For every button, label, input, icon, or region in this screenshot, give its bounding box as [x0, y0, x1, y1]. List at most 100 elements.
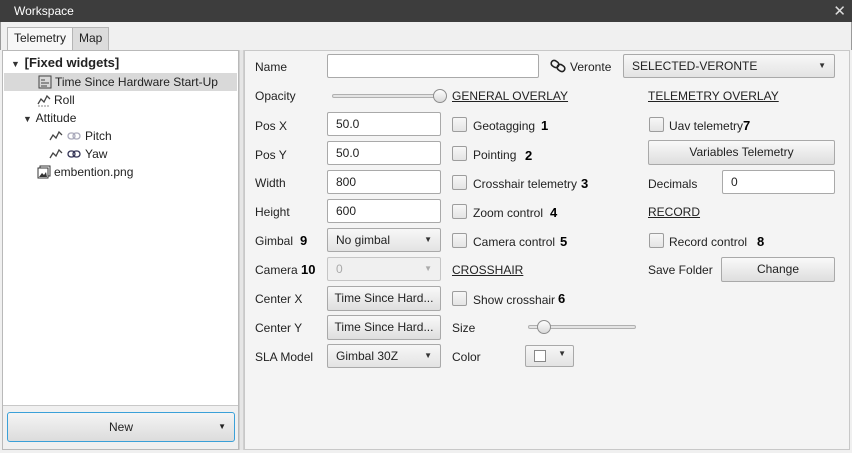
size-slider-thumb[interactable]	[537, 320, 552, 334]
gimbal-select-value: No gimbal	[336, 233, 391, 247]
link-icon[interactable]	[550, 58, 566, 74]
height-label: Height	[255, 205, 290, 219]
change-folder-button[interactable]: Change	[721, 257, 835, 282]
annotation-7: 7	[743, 118, 751, 133]
annotation-8: 8	[757, 234, 765, 249]
name-input[interactable]	[327, 54, 539, 78]
link-icon	[67, 150, 81, 158]
tree-root-label: [Fixed widgets]	[24, 55, 120, 70]
centerx-button[interactable]: Time Since Hard...	[327, 286, 441, 311]
posy-label: Pos Y	[255, 148, 287, 162]
window-title: Workspace	[14, 4, 74, 18]
geotagging-checkbox[interactable]	[452, 117, 467, 132]
centerx-label: Center X	[255, 292, 303, 306]
tree-item-embention-png[interactable]: embention.png	[37, 163, 133, 181]
widget-tree-panel: ▼ [Fixed widgets] Time Since Hardware St…	[2, 50, 239, 450]
opacity-slider-thumb[interactable]	[433, 89, 447, 103]
tab-telemetry[interactable]: Telemetry	[7, 27, 74, 51]
chevron-down-icon: ▼	[424, 235, 432, 244]
chevron-down-icon: ▼	[558, 349, 566, 358]
annotation-3: 3	[581, 176, 589, 191]
camera-control-checkbox[interactable]	[452, 233, 467, 248]
geotagging-label: Geotagging	[473, 119, 536, 133]
tree-root[interactable]: ▼ [Fixed widgets]	[11, 54, 119, 72]
record-header: RECORD	[648, 205, 701, 219]
name-label: Name	[255, 60, 288, 74]
pointing-checkbox[interactable]	[452, 146, 467, 161]
close-icon[interactable]: ✕	[833, 2, 846, 20]
tree-item-label: Attitude	[35, 111, 77, 125]
veronte-select[interactable]: SELECTED-VERONTE ▼	[623, 54, 835, 78]
variables-telemetry-button[interactable]: Variables Telemetry	[648, 140, 835, 165]
zoom-control-label: Zoom control	[473, 206, 544, 220]
variable-widget-icon	[38, 75, 52, 89]
zoom-control-checkbox[interactable]	[452, 204, 467, 219]
sla-model-select[interactable]: Gimbal 30Z ▼	[327, 344, 441, 368]
pointing-label: Pointing	[473, 148, 517, 162]
height-input[interactable]: 600	[327, 199, 441, 223]
tree-item-label: Roll	[54, 93, 75, 107]
tree-item-yaw[interactable]: Yaw	[49, 145, 107, 163]
size-label: Size	[452, 321, 476, 335]
record-control-label: Record control	[669, 235, 748, 249]
link-icon	[67, 132, 81, 140]
tree-item-label: Yaw	[85, 147, 108, 161]
telemetry-overlay-header: TELEMETRY OVERLAY	[648, 89, 779, 103]
annotation-10: 10	[301, 262, 316, 277]
tree-item-attitude[interactable]: ▼ Attitude	[23, 109, 76, 127]
annotation-6: 6	[558, 291, 566, 306]
color-swatch	[534, 350, 546, 362]
veronte-label: Veronte	[570, 60, 612, 74]
chart-line-icon	[49, 148, 63, 159]
annotation-4: 4	[550, 205, 558, 220]
centery-label: Center Y	[255, 321, 303, 335]
gimbal-label: Gimbal	[255, 234, 294, 248]
new-button-area: New ▼	[3, 405, 238, 449]
chevron-down-icon: ▼	[818, 61, 826, 70]
tab-map[interactable]: Map	[72, 27, 110, 50]
crosshair-header: CROSSHAIR	[452, 263, 524, 277]
width-input[interactable]: 800	[327, 170, 441, 194]
centery-button[interactable]: Time Since Hard...	[327, 315, 441, 340]
show-crosshair-label: Show crosshair	[473, 293, 556, 307]
annotation-5: 5	[560, 234, 568, 249]
tree-item-label: embention.png	[54, 165, 134, 179]
chart-line-icon	[49, 130, 63, 141]
chevron-down-icon: ▼	[424, 264, 432, 273]
gimbal-select[interactable]: No gimbal ▼	[327, 228, 441, 252]
color-picker-button[interactable]: ▼	[525, 345, 574, 367]
decimals-label: Decimals	[648, 177, 698, 191]
tree-item-label: Pitch	[85, 129, 112, 143]
sla-model-select-value: Gimbal 30Z	[336, 349, 399, 363]
tree-item-time-since-hardware[interactable]: Time Since Hardware Start-Up	[4, 73, 237, 91]
widget-properties-panel: Name Veronte SELECTED-VERONTE ▼ Opacity …	[244, 50, 850, 450]
window-titlebar: Workspace ✕	[0, 0, 852, 22]
opacity-slider-track[interactable]	[332, 94, 440, 98]
posy-input[interactable]: 50.0	[327, 141, 441, 165]
annotation-1: 1	[541, 118, 549, 133]
chart-line-icon	[37, 94, 51, 107]
tree-item-pitch[interactable]: Pitch	[49, 127, 112, 145]
annotation-9: 9	[300, 233, 308, 248]
tree-item-roll[interactable]: Roll	[37, 91, 75, 109]
record-control-checkbox[interactable]	[649, 233, 664, 248]
camera-control-label: Camera control	[473, 235, 556, 249]
new-widget-button[interactable]: New ▼	[7, 412, 235, 442]
crosshair-telemetry-checkbox[interactable]	[452, 175, 467, 190]
expand-triangle-icon[interactable]: ▼	[23, 110, 33, 128]
camera-label: Camera	[255, 263, 298, 277]
camera-select: 0 ▼	[327, 257, 441, 281]
tab-bar: Telemetry Map	[0, 22, 852, 51]
veronte-select-value: SELECTED-VERONTE	[632, 59, 758, 73]
posx-label: Pos X	[255, 119, 288, 133]
expand-triangle-icon[interactable]: ▼	[11, 55, 21, 73]
chevron-down-icon[interactable]: ▼	[218, 413, 226, 441]
tree-item-label: Time Since Hardware Start-Up	[55, 75, 218, 89]
posx-input[interactable]: 50.0	[327, 112, 441, 136]
crosshair-telemetry-label: Crosshair telemetry	[473, 177, 578, 191]
decimals-input[interactable]: 0	[722, 170, 835, 194]
show-crosshair-checkbox[interactable]	[452, 291, 467, 306]
save-folder-label: Save Folder	[648, 263, 713, 277]
uav-telemetry-label: Uav telemetry	[669, 119, 744, 133]
uav-telemetry-checkbox[interactable]	[649, 117, 664, 132]
